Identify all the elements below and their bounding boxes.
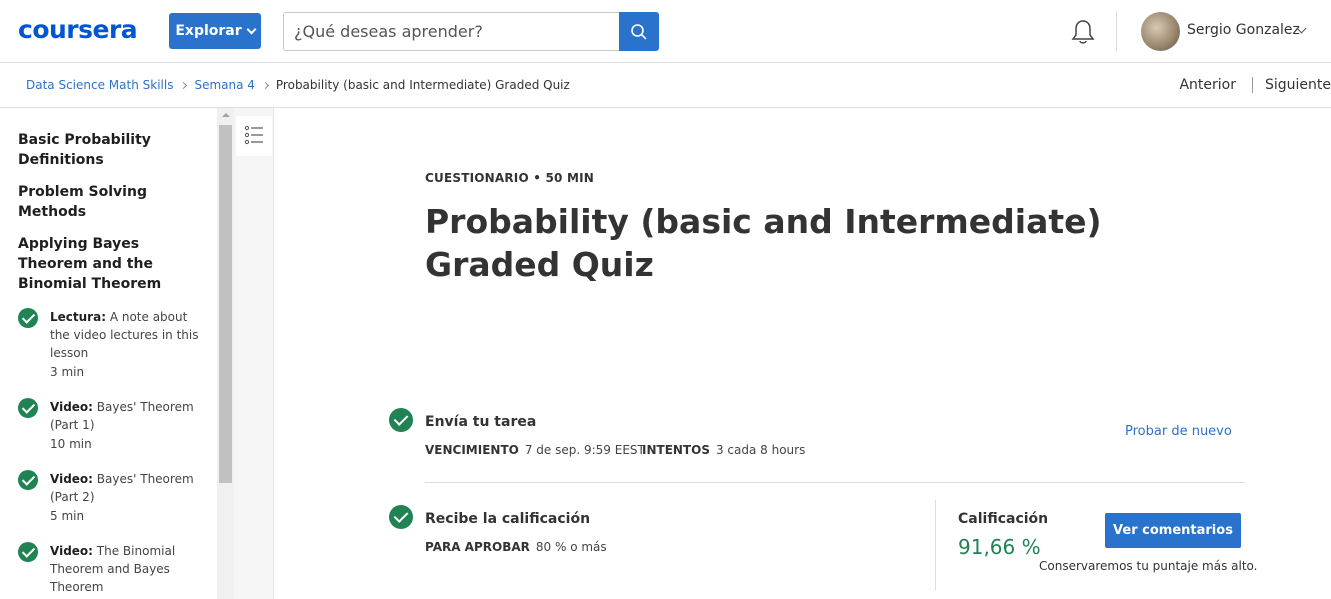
scroll-up-arrow-icon[interactable] — [222, 113, 230, 117]
previous-link[interactable]: Anterior — [1179, 77, 1236, 93]
avatar[interactable] — [1141, 12, 1180, 51]
toggle-sidebar-button[interactable] — [236, 116, 272, 156]
top-header: coursera Explorar Sergio Gonzalez — [0, 0, 1331, 63]
grade-divider — [935, 500, 936, 590]
sidebar-item-duration: 5 min — [50, 509, 85, 523]
chevron-right-icon — [180, 81, 188, 89]
sidebar-scrollbar[interactable] — [217, 108, 234, 599]
grade-step-title: Recibe la calificación — [425, 511, 591, 527]
breadcrumb: Data Science Math Skills Semana 4 Probab… — [26, 78, 570, 92]
scrollbar-thumb[interactable] — [219, 125, 232, 483]
breadcrumb-week-link[interactable]: Semana 4 — [194, 78, 254, 92]
sidebar-section-problem-solving[interactable]: Problem Solving Methods — [18, 182, 203, 222]
pass-requirement: PARA APROBAR 80 % o más — [425, 540, 607, 554]
grade-label: Calificación — [958, 511, 1049, 527]
completed-check-icon — [18, 542, 38, 562]
breadcrumb-current: Probability (basic and Intermediate) Gra… — [275, 78, 570, 92]
lesson-sidebar: Basic Probability Definitions Problem So… — [0, 108, 234, 599]
sidebar-item-duration: 10 min — [50, 437, 92, 451]
sidebar-item-label: Video: Bayes' Theorem (Part 1) — [50, 400, 194, 432]
prev-next-nav: Anterior Siguiente — [1179, 77, 1331, 93]
attempts-info: INTENTOS 3 cada 8 hours — [642, 443, 806, 457]
nav-divider — [1251, 77, 1253, 93]
completed-check-icon — [389, 408, 413, 432]
retry-link[interactable]: Probar de nuevo — [1125, 424, 1232, 439]
coursera-logo[interactable]: coursera — [18, 15, 138, 44]
item-type-kicker: CUESTIONARIO • 50 MIN — [425, 171, 595, 185]
section-divider — [425, 482, 1244, 483]
breadcrumb-bar: Data Science Math Skills Semana 4 Probab… — [0, 63, 1331, 108]
highest-score-note: Conservaremos tu puntaje más alto. — [1039, 559, 1258, 573]
sidebar-item-label: Video: The Binomial Theorem and Bayes Th… — [50, 544, 176, 594]
sidebar-item-duration: 3 min — [50, 365, 85, 379]
explore-button[interactable]: Explorar — [169, 13, 261, 49]
search-button[interactable] — [619, 12, 659, 51]
sidebar-item-label: Lectura: A note about the video lectures… — [50, 310, 199, 360]
chevron-down-icon — [246, 24, 257, 34]
completed-check-icon — [18, 470, 38, 490]
sidebar-item-label: Video: Bayes' Theorem (Part 2) — [50, 472, 194, 504]
completed-check-icon — [18, 308, 38, 328]
completed-check-icon — [18, 398, 38, 418]
sidebar-section-bayes-binomial[interactable]: Applying Bayes Theorem and the Binomial … — [18, 234, 203, 294]
due-date: VENCIMIENTO 7 de sep. 9:59 EEST — [425, 443, 645, 457]
grade-value: 91,66 % — [958, 535, 1041, 559]
user-name[interactable]: Sergio Gonzalez — [1187, 22, 1300, 38]
chevron-right-icon — [261, 81, 269, 89]
breadcrumb-course-link[interactable]: Data Science Math Skills — [26, 78, 173, 92]
search-input[interactable] — [283, 12, 620, 51]
header-divider — [1116, 11, 1117, 51]
search-icon — [631, 23, 647, 40]
next-link[interactable]: Siguiente — [1265, 77, 1331, 93]
completed-check-icon — [389, 505, 413, 529]
notifications-bell-icon[interactable] — [1070, 18, 1096, 46]
page-title: Probability (basic and Intermediate) Gra… — [425, 202, 1102, 284]
sidebar-toggle-column — [234, 108, 274, 599]
sidebar-section-basic-probability[interactable]: Basic Probability Definitions — [18, 130, 203, 170]
submit-step-title: Envía tu tarea — [425, 414, 537, 430]
list-icon — [244, 125, 263, 145]
explore-button-label: Explorar — [175, 23, 242, 39]
view-feedback-button[interactable]: Ver comentarios — [1105, 513, 1241, 548]
